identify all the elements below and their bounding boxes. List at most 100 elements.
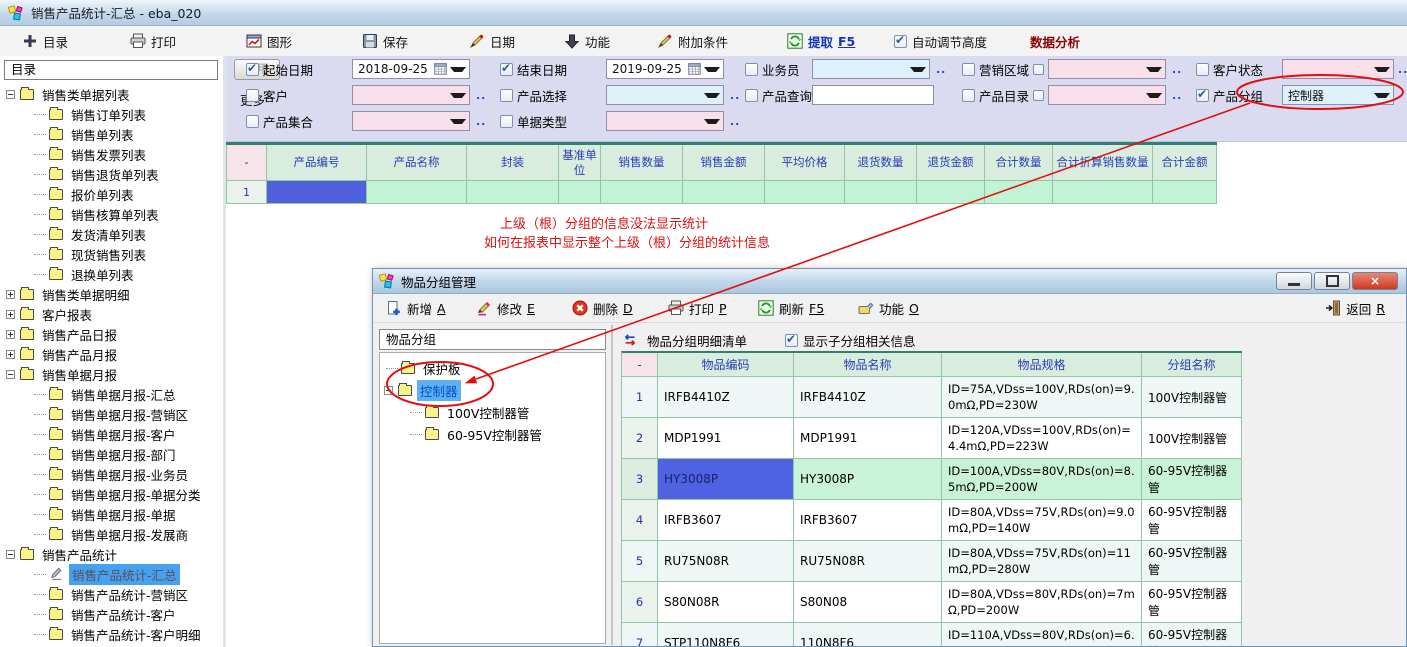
sidebar-item[interactable]: 销售单列表 — [0, 124, 137, 144]
dropdown-arrow-icon[interactable] — [1146, 93, 1162, 102]
region-sub-checkbox[interactable] — [1033, 64, 1044, 75]
sidebar-item-selected[interactable]: 销售产品统计-汇总 — [0, 564, 180, 584]
region-more-link[interactable]: .. — [1172, 63, 1182, 76]
catalog-button[interactable]: 目录 — [18, 30, 72, 52]
sidebar-item[interactable]: 销售产品统计 — [0, 544, 120, 564]
dropdown-arrow-icon[interactable] — [1146, 67, 1162, 76]
table-cell[interactable] — [765, 181, 845, 204]
sidebar-item[interactable]: 销售产品统计-客户 — [0, 604, 179, 624]
sidebar-item[interactable]: 销售单据月报-营销区 — [0, 404, 191, 424]
start-date-field[interactable]: 2018-09-25 — [352, 59, 470, 79]
extract-f5-button[interactable]: 提取F5 — [783, 30, 859, 52]
function-button[interactable]: 功能 — [560, 30, 614, 52]
table-row[interactable]: 5 RU75N08R RU75N08R ID=80A,VDss=75V,RDs(… — [622, 541, 1242, 582]
save-button[interactable]: 保存 — [358, 30, 412, 52]
sidebar-item[interactable]: 客户报表 — [0, 304, 95, 324]
dropdown-arrow-icon[interactable] — [450, 93, 466, 102]
product-catalog-checkbox[interactable] — [962, 89, 975, 102]
dropdown-arrow-icon[interactable] — [704, 93, 720, 102]
expand-icon[interactable] — [6, 310, 15, 319]
sidebar-item[interactable]: 退换单列表 — [0, 264, 137, 284]
sidebar-item[interactable]: 销售单据月报-客户 — [0, 424, 179, 444]
sidebar-item[interactable]: 销售单据月报-汇总 — [0, 384, 179, 404]
tree-item[interactable]: 保护板 — [386, 357, 464, 379]
sidebar-item[interactable]: 销售类单据列表 — [0, 84, 133, 104]
minimize-button[interactable] — [1276, 272, 1312, 290]
data-analysis-button[interactable]: 数据分析 — [1026, 30, 1084, 52]
expand-icon[interactable] — [6, 290, 15, 299]
product-set-more-link[interactable]: .. — [476, 115, 486, 128]
maximize-button[interactable] — [1314, 272, 1350, 290]
dropdown-arrow-icon[interactable] — [1374, 67, 1390, 76]
product-group-checkbox[interactable] — [1196, 89, 1209, 102]
collapse-icon[interactable] — [6, 90, 15, 99]
product-query-input[interactable] — [812, 85, 934, 105]
dropdown-arrow-icon[interactable] — [704, 67, 720, 76]
table-row[interactable]: 4 IRFB3607 IRFB3607 ID=80A,VDss=75V,RDs(… — [622, 500, 1242, 541]
collapse-icon[interactable] — [384, 386, 393, 395]
table-cell[interactable] — [601, 181, 683, 204]
salesman-dropdown[interactable] — [812, 59, 930, 79]
product-group-dropdown[interactable]: 控制器 — [1282, 85, 1394, 105]
checkbox-checked-icon[interactable] — [785, 334, 798, 347]
sidebar-item[interactable]: 销售单据月报-部门 — [0, 444, 179, 464]
table-cell[interactable] — [845, 181, 917, 204]
table-cell[interactable] — [683, 181, 765, 204]
doc-type-more-link[interactable]: .. — [730, 115, 740, 128]
table-cell[interactable] — [985, 181, 1053, 204]
sidebar-item[interactable]: 销售产品月报 — [0, 344, 120, 364]
region-dropdown[interactable] — [1048, 59, 1166, 79]
dropdown-arrow-icon[interactable] — [1374, 93, 1390, 102]
doc-type-checkbox[interactable] — [500, 115, 513, 128]
date-button[interactable]: 日期 — [465, 30, 519, 52]
checkbox-checked-icon[interactable] — [894, 35, 907, 48]
selected-cell[interactable] — [267, 181, 367, 204]
product-query-checkbox[interactable] — [745, 89, 758, 102]
dropdown-arrow-icon[interactable] — [704, 119, 720, 128]
customer-status-more-link[interactable]: .. — [1398, 63, 1407, 76]
region-checkbox[interactable] — [962, 63, 975, 76]
sidebar-item[interactable]: 现货销售列表 — [0, 244, 149, 264]
expand-icon[interactable] — [6, 350, 15, 359]
table-row[interactable]: 2 MDP1991 MDP1991 ID=120A,VDss=100V,RDs(… — [622, 418, 1242, 459]
sidebar-item[interactable]: 销售产品统计-客户明细 — [0, 624, 204, 644]
sidebar-item[interactable]: 销售单据月报-单据分类 — [0, 484, 204, 504]
sidebar-item[interactable]: 销售单据月报 — [0, 364, 120, 384]
edit-button[interactable]: 修改E — [473, 297, 538, 319]
table-row[interactable]: 6 S80N08R S80N08 ID=80A,VDss=80V,RDs(on)… — [622, 582, 1242, 623]
sidebar-item[interactable]: 销售核算单列表 — [0, 204, 162, 224]
delete-button[interactable]: 删除D — [569, 297, 636, 319]
sidebar-item[interactable]: 销售单据月报-单据 — [0, 504, 179, 524]
table-cell[interactable] — [1053, 181, 1153, 204]
sidebar-item[interactable]: 销售产品日报 — [0, 324, 120, 344]
sidebar-item[interactable]: 销售退货单列表 — [0, 164, 162, 184]
tree-item-selected[interactable]: 控制器 — [384, 379, 461, 401]
start-date-checkbox[interactable] — [246, 63, 259, 76]
product-catalog-sub-checkbox[interactable] — [1033, 90, 1044, 101]
salesman-more-link[interactable]: .. — [936, 63, 946, 76]
dropdown-arrow-icon[interactable] — [910, 67, 926, 76]
table-row-selected[interactable]: 3 HY3008P HY3008P ID=100A,VDss=80V,RDs(o… — [622, 459, 1242, 500]
print-button[interactable]: 打印 — [126, 30, 180, 52]
product-select-dropdown[interactable] — [606, 85, 724, 105]
close-button[interactable]: × — [1352, 272, 1398, 290]
auto-height-checkbox[interactable]: 自动调节高度 — [890, 30, 991, 52]
doc-type-dropdown[interactable] — [606, 111, 724, 131]
expand-icon[interactable] — [6, 330, 15, 339]
row-number-cell[interactable]: 1 — [227, 181, 267, 204]
calendar-icon[interactable] — [434, 63, 447, 75]
end-date-field[interactable]: 2019-09-25 — [606, 59, 724, 79]
product-set-dropdown[interactable] — [352, 111, 470, 131]
end-date-checkbox[interactable] — [500, 63, 513, 76]
selected-cell[interactable]: HY3008P — [658, 459, 794, 500]
customer-status-checkbox[interactable] — [1196, 63, 1209, 76]
refresh-button[interactable]: 刷新F5 — [755, 297, 827, 319]
product-catalog-more-link[interactable]: .. — [1172, 89, 1182, 102]
customer-more-link[interactable]: .. — [476, 89, 486, 102]
sidebar-item[interactable]: 销售单据月报-业务员 — [0, 464, 191, 484]
sidebar-item[interactable]: 报价单列表 — [0, 184, 137, 204]
panel-splitter[interactable] — [611, 325, 613, 645]
product-select-more-link[interactable]: .. — [730, 89, 740, 102]
table-cell[interactable] — [917, 181, 985, 204]
sidebar-item[interactable]: 销售产品统计-营销区 — [0, 584, 191, 604]
